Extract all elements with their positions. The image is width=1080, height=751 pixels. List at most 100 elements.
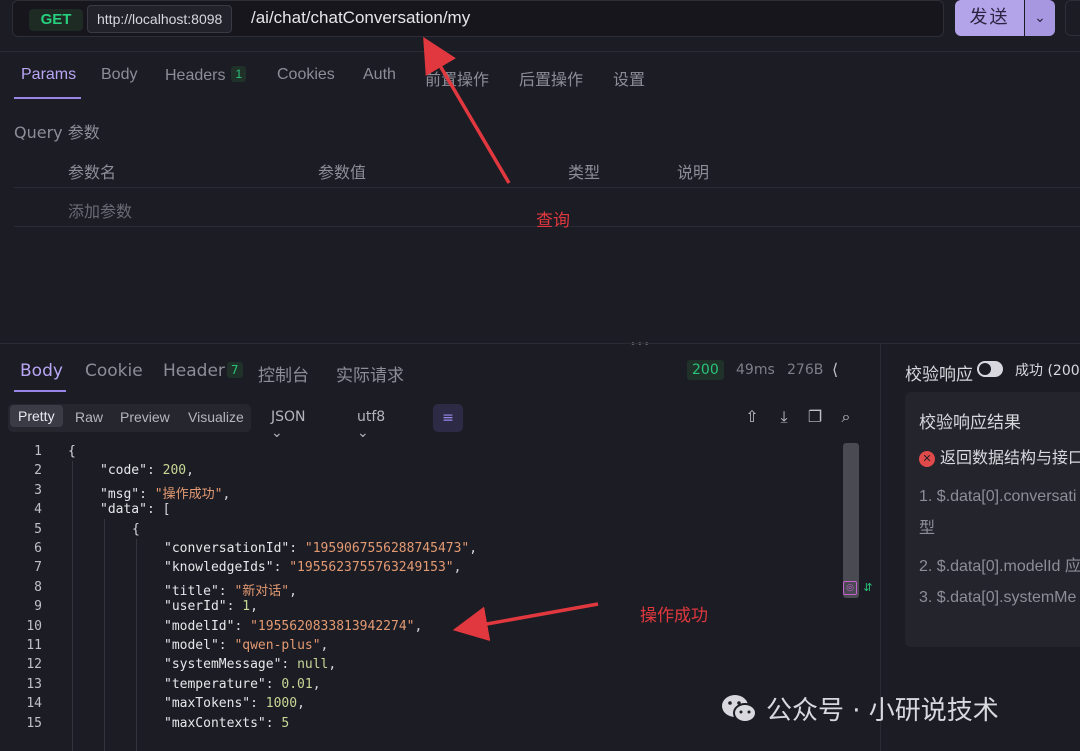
code-token: :: [289, 541, 305, 556]
code-token: :: [218, 583, 235, 599]
mode-preview[interactable]: Preview: [120, 409, 170, 425]
chevron-down-icon: ⌄: [271, 425, 283, 441]
code-token: :: [250, 696, 266, 712]
line-number: 7: [34, 560, 42, 576]
watermark: 公众号 · 小研说技术: [720, 690, 999, 726]
tab-settings[interactable]: 设置: [613, 66, 645, 90]
tab-headers[interactable]: Headers 1: [165, 66, 247, 85]
chevron-down-icon: ⌄: [357, 425, 369, 441]
code-token: :: [146, 463, 163, 479]
code-token: "temperature": [164, 676, 266, 692]
tab-params[interactable]: Params: [21, 66, 76, 84]
line-number: 1: [34, 444, 42, 459]
path-input[interactable]: /ai/chat/chatConversation/my: [251, 8, 470, 28]
code-token: 1000: [265, 696, 298, 712]
code-token: "msg": [100, 486, 140, 502]
response-size: 276B: [787, 362, 824, 378]
line-number: 5: [34, 521, 42, 537]
code-token: ,: [297, 696, 305, 712]
code-line: "temperature": 0.01,: [164, 677, 321, 692]
code-line: "title": "新对话",: [164, 580, 297, 599]
editor-scrollbar[interactable]: [843, 443, 859, 598]
download-icon[interactable]: ⤓: [773, 406, 795, 428]
code-line: "msg": "操作成功",: [100, 483, 230, 502]
resp-tab-cookie[interactable]: Cookie: [85, 361, 143, 381]
code-line: "data": [: [100, 502, 170, 517]
code-token: "modelId": [164, 618, 235, 634]
code-line: "conversationId": "1959067556288745473",: [164, 541, 477, 556]
diff-marker-icon[interactable]: ◎: [843, 581, 857, 595]
type-select[interactable]: JSON ⌄: [271, 409, 306, 441]
code-line: "systemMessage": null,: [164, 657, 336, 672]
search-icon[interactable]: ⌕: [835, 406, 857, 428]
code-line: "modelId": "1955620833813942274",: [164, 619, 422, 634]
code-token: 0.01: [281, 676, 313, 692]
validation-item: 2. $.data[0].modelId 应: [919, 558, 1080, 575]
indent-guide: [136, 539, 137, 751]
code-token: ,: [469, 541, 478, 556]
line-number: 8: [34, 579, 42, 595]
resize-handle[interactable]: •••: [630, 339, 651, 350]
code-token: "1955620833813942274": [250, 618, 415, 634]
code-token: ,: [414, 618, 423, 634]
tab-body[interactable]: Body: [101, 66, 137, 84]
response-time: 49ms: [736, 362, 775, 378]
method-select[interactable]: GET: [29, 9, 83, 31]
indent-guide: [72, 461, 73, 751]
code-token: "title": [164, 583, 219, 599]
code-token: "code": [100, 463, 147, 479]
resp-tab-body[interactable]: Body: [20, 361, 63, 381]
share-icon[interactable]: ⟨: [832, 360, 838, 379]
validation-error: ✕ 返回数据结构与接口: [919, 444, 1080, 468]
tab-auth[interactable]: Auth: [363, 66, 396, 84]
code-token: "maxTokens": [164, 696, 251, 712]
code-token: "conversationId": [164, 541, 290, 556]
chevron-down-icon[interactable]: ⌄: [1025, 0, 1055, 36]
annotation-query: 查询: [536, 211, 570, 231]
response-tabs: Body Cookie Header 7 控制台 实际请求 200 49ms 27…: [0, 352, 880, 392]
encoding-select-value: utf8: [357, 409, 386, 425]
code-token: ,: [328, 657, 337, 673]
resp-tab-console[interactable]: 控制台: [258, 361, 309, 386]
code-token: ,: [222, 486, 231, 502]
validation-toggle[interactable]: [977, 361, 1003, 377]
host-field[interactable]: http://localhost:8098: [87, 5, 233, 33]
validation-item: 1. $.data[0].conversati: [919, 488, 1077, 505]
code-line: "model": "qwen-plus",: [164, 638, 328, 653]
encoding-select[interactable]: utf8 ⌄: [357, 409, 385, 441]
resp-tab-header[interactable]: Header 7: [163, 361, 243, 381]
code-token: ,: [453, 560, 462, 576]
validation-result-card: 校验响应结果 ✕ 返回数据结构与接口 1. $.data[0].conversat…: [905, 392, 1080, 647]
code-token: null: [297, 657, 329, 673]
tab-pre-ops[interactable]: 前置操作: [425, 66, 489, 90]
resp-tab-actual-request[interactable]: 实际请求: [336, 361, 404, 386]
align-marker-icon[interactable]: ⇵: [861, 581, 875, 595]
line-number: 11: [26, 638, 42, 653]
mode-raw[interactable]: Raw: [75, 409, 103, 425]
mode-visualize[interactable]: Visualize: [188, 409, 244, 425]
mode-pretty[interactable]: Pretty: [10, 405, 63, 427]
line-number: 13: [26, 676, 42, 692]
validation-error-text: 返回数据结构与接口: [940, 448, 1080, 467]
copy-icon[interactable]: ❐: [804, 406, 826, 428]
wrap-lines-icon[interactable]: ≡: [433, 404, 463, 432]
error-icon: ✕: [919, 451, 935, 467]
watermark-text: 公众号 · 小研说技术: [766, 696, 999, 726]
toggle-knob: [979, 363, 991, 375]
line-number: 4: [34, 502, 42, 518]
indent-guide: [104, 519, 105, 751]
code-token: "model": [164, 638, 219, 653]
add-param-placeholder[interactable]: 添加参数: [68, 198, 132, 222]
tab-post-ops[interactable]: 后置操作: [519, 66, 583, 90]
active-tab-indicator: [14, 97, 81, 99]
wechat-logo-icon: [722, 695, 757, 723]
upload-icon[interactable]: ⇧: [741, 406, 763, 428]
code-token: "1959067556288745473": [304, 541, 470, 556]
send-button[interactable]: 发送: [955, 0, 1024, 36]
code-token: {: [68, 444, 76, 459]
code-token: ,: [320, 638, 329, 653]
code-line: "maxContexts": 5: [164, 716, 289, 731]
tab-cookies[interactable]: Cookies: [277, 66, 335, 84]
code-line: "userId": 1,: [164, 599, 258, 614]
save-button[interactable]: [1065, 0, 1080, 36]
